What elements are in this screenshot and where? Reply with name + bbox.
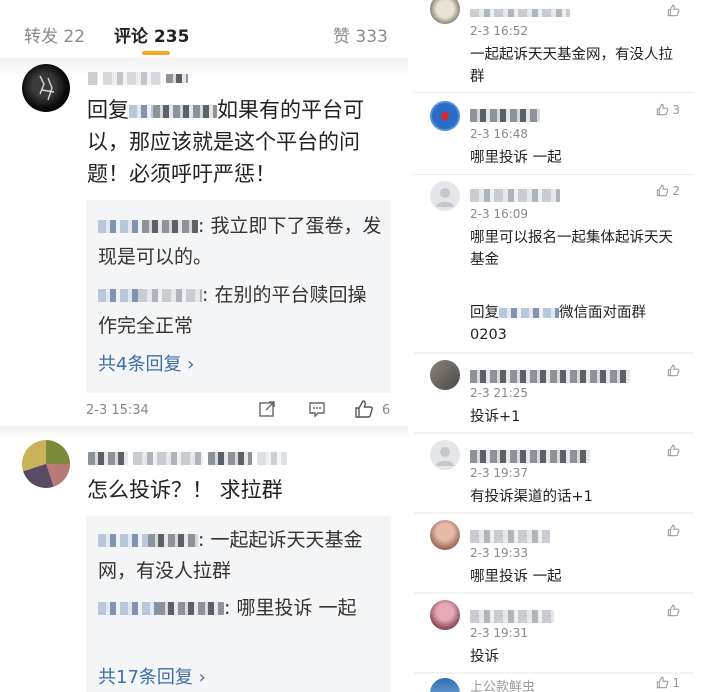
- comment-username[interactable]: [88, 448, 288, 467]
- reply-username[interactable]: [470, 446, 590, 465]
- comment-icon[interactable]: [308, 400, 326, 418]
- separator: [0, 426, 408, 440]
- like-icon: [656, 676, 668, 689]
- reply-username[interactable]: [470, 2, 570, 21]
- reply-like[interactable]: 3: [656, 103, 680, 117]
- reply-time: 2-3 19:31: [470, 626, 528, 640]
- list-item[interactable]: 2-3 19:31 投诉: [414, 594, 694, 672]
- like-count: 2: [672, 184, 680, 198]
- comment-username[interactable]: [88, 68, 189, 87]
- avatar[interactable]: [22, 64, 70, 112]
- comment-text: 怎么投诉？！ 求拉群: [87, 478, 283, 502]
- avatar[interactable]: [22, 440, 70, 488]
- reply-like[interactable]: [667, 364, 680, 378]
- reply-username[interactable]: [470, 606, 554, 625]
- reply-text: 哪里可以报名一起集体起诉天天基金: [470, 230, 673, 268]
- like-icon: [667, 604, 680, 617]
- reply-time: 2-3 19:33: [470, 546, 528, 560]
- reply-item[interactable]: : 在别的平台赎回操作完全正常: [98, 280, 383, 342]
- like-icon: [656, 103, 668, 116]
- avatar[interactable]: [430, 101, 460, 131]
- avatar[interactable]: [430, 181, 460, 211]
- reply-username[interactable]: [470, 366, 630, 385]
- reply-item[interactable]: : 我立即下了蛋卷，发现是可以的。: [98, 211, 383, 273]
- share-icon[interactable]: [258, 400, 276, 418]
- reply-thread-panel-top: 2-3 16:52 一起起诉天天基金网，有没人拉群 2-3 16:48 哪里投诉…: [414, 0, 694, 281]
- active-tab-indicator: [142, 51, 170, 55]
- reply-text: : 哪里投诉 一起: [224, 597, 357, 619]
- list-item[interactable]: 回复 微信面对面群 0203: [414, 292, 694, 352]
- reply-thread-panel-bottom: 回复 微信面对面群 0203 2-3 21:25 投诉+1 2-3 19:37 有…: [414, 292, 694, 692]
- comment-time: 2-3 15:34: [86, 403, 149, 418]
- avatar-pattern-icon: [39, 75, 55, 101]
- like-icon: [656, 184, 668, 197]
- like-count: 1: [672, 676, 680, 690]
- reply-username[interactable]: 上公款鲜虫: [470, 676, 535, 692]
- avatar[interactable]: [430, 440, 460, 470]
- reply-text: 投诉: [470, 649, 499, 665]
- reply-like[interactable]: 2: [656, 184, 680, 198]
- reply-header-text: 回复 微信面对面群 0203: [470, 302, 684, 346]
- like-icon: [667, 524, 680, 537]
- list-item[interactable]: 2-3 21:25 投诉+1: [414, 354, 694, 432]
- reply-text: 一起起诉天天基金网，有没人拉群: [470, 47, 673, 85]
- like-count: 3: [672, 103, 680, 117]
- list-item[interactable]: 2-3 16:09 哪里可以报名一起集体起诉天天基金 2: [414, 174, 694, 281]
- reply-like[interactable]: [667, 444, 680, 458]
- tab-repost[interactable]: 转发 22: [24, 22, 85, 47]
- reply-item[interactable]: : 一起起诉天天基金网，有没人拉群: [98, 525, 383, 587]
- reply-item[interactable]: : 哪里投诉 一起: [98, 593, 383, 624]
- avatar[interactable]: [430, 600, 460, 630]
- reply-prefix: 回复: [87, 98, 129, 122]
- avatar[interactable]: [430, 360, 460, 390]
- reply-text: 哪里投诉 一起: [470, 150, 562, 166]
- reply-time: 2-3 21:25: [470, 386, 528, 400]
- reply-text: 投诉+1: [470, 409, 521, 425]
- reply-time: 2-3 16:09: [470, 207, 528, 221]
- tab-like[interactable]: 赞 333: [333, 22, 388, 47]
- like-icon: [667, 4, 680, 17]
- tab-comment[interactable]: 评论 235: [114, 22, 189, 47]
- avatar[interactable]: [430, 678, 460, 692]
- default-avatar-icon: [436, 447, 454, 466]
- list-item[interactable]: 2-3 16:52 一起起诉天天基金网，有没人拉群: [414, 0, 694, 92]
- list-item[interactable]: 2-3 16:48 哪里投诉 一起 3: [414, 92, 694, 175]
- reply-time: 2-3 19:37: [470, 466, 528, 480]
- reply-like[interactable]: [667, 4, 680, 18]
- like-icon: [667, 444, 680, 457]
- reply-text: 哪里投诉 一起: [470, 569, 562, 585]
- reply-prefix: 回复: [470, 305, 499, 321]
- reply-time: 2-3 16:48: [470, 127, 528, 141]
- avatar[interactable]: [430, 520, 460, 550]
- reply-text: 有投诉渠道的话+1: [470, 489, 593, 505]
- like-count: 6: [382, 403, 391, 418]
- like-icon: [667, 364, 680, 377]
- reply-like[interactable]: 1: [656, 676, 680, 690]
- list-item[interactable]: 2-3 19:33 哪里投诉 一起: [414, 514, 694, 592]
- reply-like[interactable]: [667, 524, 680, 538]
- reply-time: 2-3 16:52: [470, 24, 528, 38]
- reply-username[interactable]: [470, 185, 560, 204]
- default-avatar-icon: [436, 188, 454, 207]
- reply-username[interactable]: [470, 105, 540, 124]
- list-item[interactable]: 上公款鲜虫 1: [414, 674, 694, 692]
- reply-like[interactable]: [667, 604, 680, 618]
- like-icon[interactable]: [354, 399, 374, 419]
- view-more-replies-link[interactable]: 共17条回复 ›: [98, 663, 206, 689]
- reply-username[interactable]: [470, 526, 550, 545]
- view-more-replies-link[interactable]: 共4条回复 ›: [98, 350, 194, 376]
- list-item[interactable]: 2-3 19:37 有投诉渠道的话+1: [414, 434, 694, 512]
- comment-text: 回复 如果有的平台可以，那应该就是这个平台的问题！必须呼吁严惩！: [87, 94, 387, 190]
- comment-panel: 转发 22 评论 235 赞 333 回复 如果有的平台可以，那应该就是这个平台的…: [0, 0, 408, 692]
- avatar[interactable]: [430, 0, 460, 24]
